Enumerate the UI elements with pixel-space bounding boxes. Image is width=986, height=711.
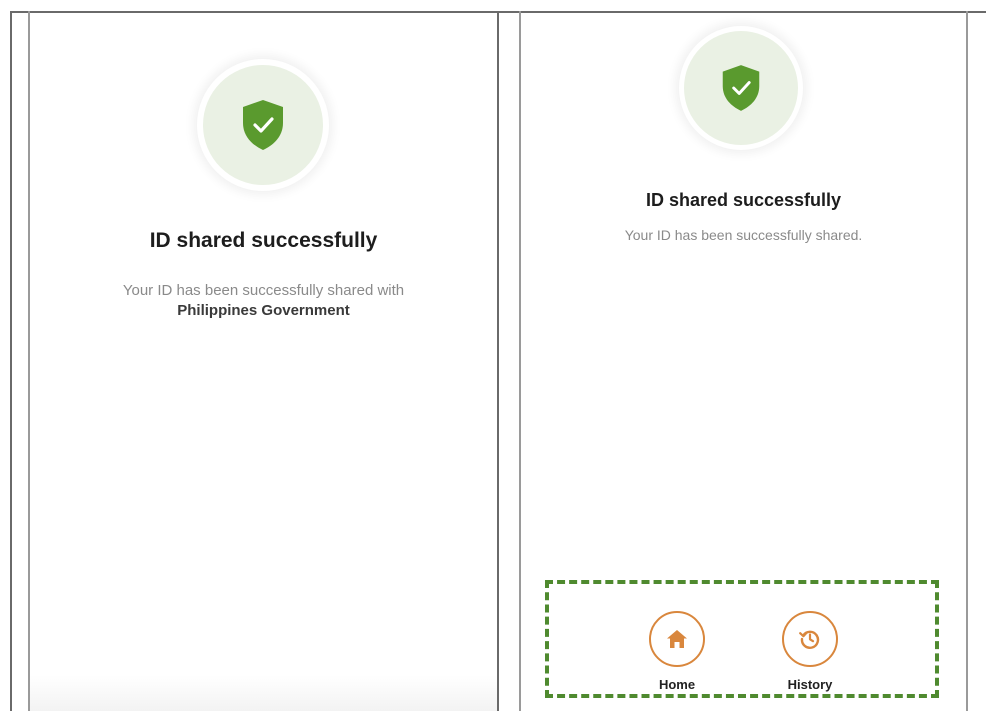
history-label: History (787, 677, 833, 692)
shield-badge (679, 26, 803, 150)
history-icon (799, 630, 820, 649)
shield-badge (197, 59, 329, 191)
success-message: Your ID has been successfully shared. (624, 227, 863, 243)
home-icon (667, 630, 687, 648)
frame-divider (10, 11, 12, 711)
shield-check-icon (243, 100, 283, 150)
bottom-fade (30, 675, 497, 711)
frame-divider (966, 11, 968, 711)
page-title: ID shared successfully (149, 229, 378, 252)
home-label: Home (658, 677, 696, 692)
recipient-organization: Philippines Government (177, 302, 350, 319)
success-screen-left: ID shared successfully Your ID has been … (30, 13, 497, 711)
highlight-box (545, 580, 939, 698)
frame-divider (497, 11, 499, 711)
home-button[interactable]: Home (637, 611, 717, 692)
success-message: Your ID has been successfully shared wit… (30, 281, 497, 321)
success-screen-right: ID shared successfully Your ID has been … (521, 13, 966, 711)
history-button[interactable]: History (770, 611, 850, 692)
success-message-text: Your ID has been successfully shared wit… (122, 282, 405, 299)
shield-check-icon (722, 65, 760, 111)
page-title: ID shared successfully (645, 190, 842, 210)
